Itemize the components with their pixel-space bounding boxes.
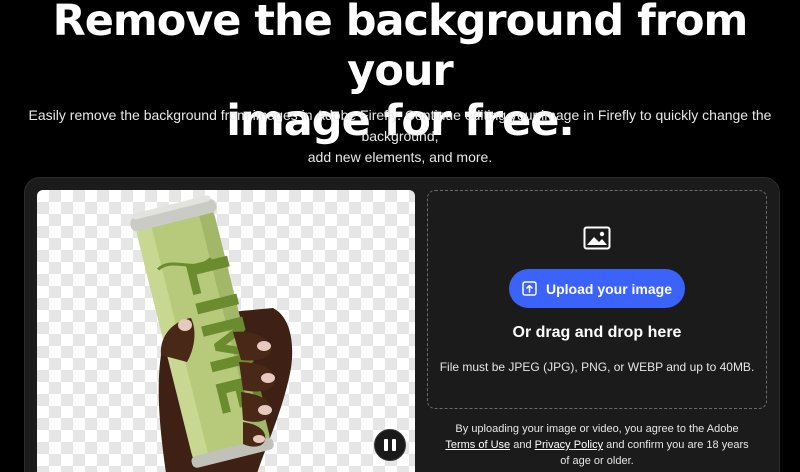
upload-button-label: Upload your image: [545, 280, 673, 297]
title-line-1: Remove the background from your: [52, 0, 749, 96]
subtitle-line-1: Easily remove the background from images…: [28, 107, 772, 144]
legal-and: and: [510, 439, 535, 451]
page: Remove the background from your image fo…: [0, 0, 800, 472]
drag-drop-hint: Or drag and drop here: [512, 324, 682, 341]
terms-of-use-link[interactable]: Terms of Use: [445, 439, 510, 451]
legal-prefix: By uploading your image or video, you ag…: [455, 423, 739, 435]
page-subtitle: Easily remove the background from images…: [20, 105, 780, 168]
file-requirements: File must be JPEG (JPG), PNG, or WEBP an…: [439, 360, 755, 374]
pause-icon: [384, 439, 388, 451]
legal-notice: By uploading your image or video, you ag…: [440, 421, 754, 469]
pause-icon-bar: [392, 439, 396, 451]
hand-holding-can-illustration: LIME: [130, 195, 293, 472]
privacy-policy-link[interactable]: Privacy Policy: [535, 439, 603, 451]
upload-icon: [522, 281, 537, 296]
upload-your-image-button[interactable]: Upload your image: [509, 269, 685, 308]
subtitle-line-2: add new elements, and more.: [307, 149, 493, 165]
example-preview-image: LIME: [37, 190, 415, 472]
pause-button[interactable]: [374, 429, 406, 461]
image-icon: [583, 226, 611, 250]
